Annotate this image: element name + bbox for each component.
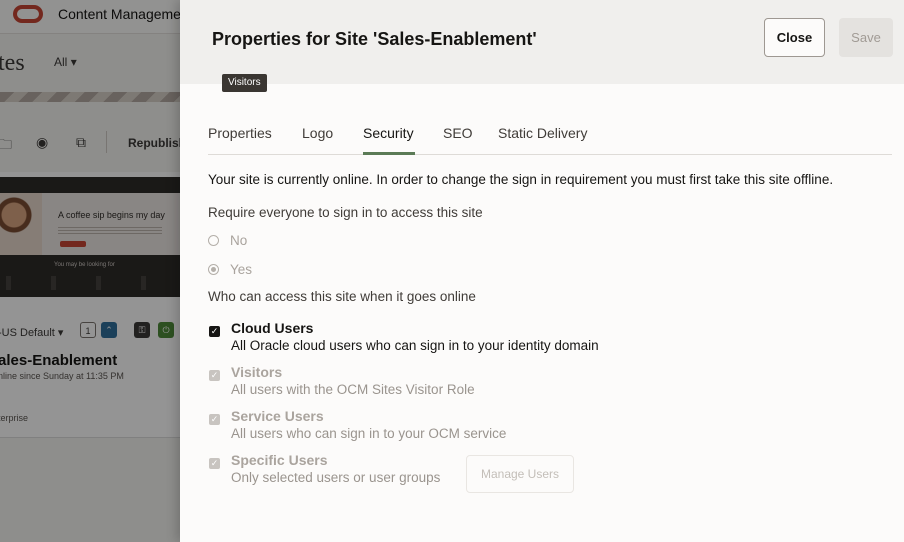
tab-security[interactable]: Security — [363, 125, 414, 141]
tab-static-delivery[interactable]: Static Delivery — [498, 125, 587, 141]
active-tab-indicator — [363, 152, 415, 155]
radio-no-control[interactable] — [208, 234, 219, 246]
tab-bar: Properties Logo Security SEO Static Deli… — [208, 118, 892, 155]
checkmark-icon[interactable]: ✓ — [209, 370, 220, 381]
radio-no-label: No — [230, 232, 248, 248]
online-notice: Your site is currently online. In order … — [208, 172, 834, 187]
tab-properties[interactable]: Properties — [208, 125, 272, 141]
modal-backdrop[interactable] — [0, 0, 180, 542]
specific-users-title: Specific Users — [231, 452, 328, 468]
checkmark-icon[interactable]: ✓ — [209, 326, 220, 337]
tab-seo[interactable]: SEO — [443, 125, 473, 141]
radio-no[interactable]: No — [208, 231, 247, 249]
checkmark-icon[interactable]: ✓ — [209, 414, 220, 425]
manage-users-button[interactable]: Manage Users — [466, 455, 574, 493]
radio-yes-label: Yes — [230, 261, 253, 277]
tab-logo[interactable]: Logo — [302, 125, 333, 141]
visitors-description: All users with the OCM Sites Visitor Rol… — [231, 382, 475, 397]
access-label: Who can access this site when it goes on… — [208, 289, 476, 304]
radio-yes[interactable]: Yes — [208, 260, 252, 278]
close-button[interactable]: Close — [764, 18, 825, 57]
properties-drawer: Properties for Site 'Sales-Enablement' C… — [180, 0, 904, 542]
visitors-title: Visitors — [231, 364, 283, 380]
tooltip: Visitors — [222, 74, 267, 92]
cloud-users-title: Cloud Users — [231, 320, 314, 336]
service-users-description: All users who can sign in to your OCM se… — [231, 426, 507, 441]
radio-yes-control[interactable] — [208, 263, 219, 275]
save-button[interactable]: Save — [839, 18, 893, 57]
specific-users-description: Only selected users or user groups — [231, 470, 441, 485]
cloud-users-description: All Oracle cloud users who can sign in t… — [231, 338, 599, 353]
service-users-title: Service Users — [231, 408, 324, 424]
signin-requirement-label: Require everyone to sign in to access th… — [208, 205, 483, 220]
drawer-title: Properties for Site 'Sales-Enablement' — [212, 29, 537, 49]
checkmark-icon[interactable]: ✓ — [209, 458, 220, 469]
drawer-header: Properties for Site 'Sales-Enablement' C… — [180, 0, 904, 84]
